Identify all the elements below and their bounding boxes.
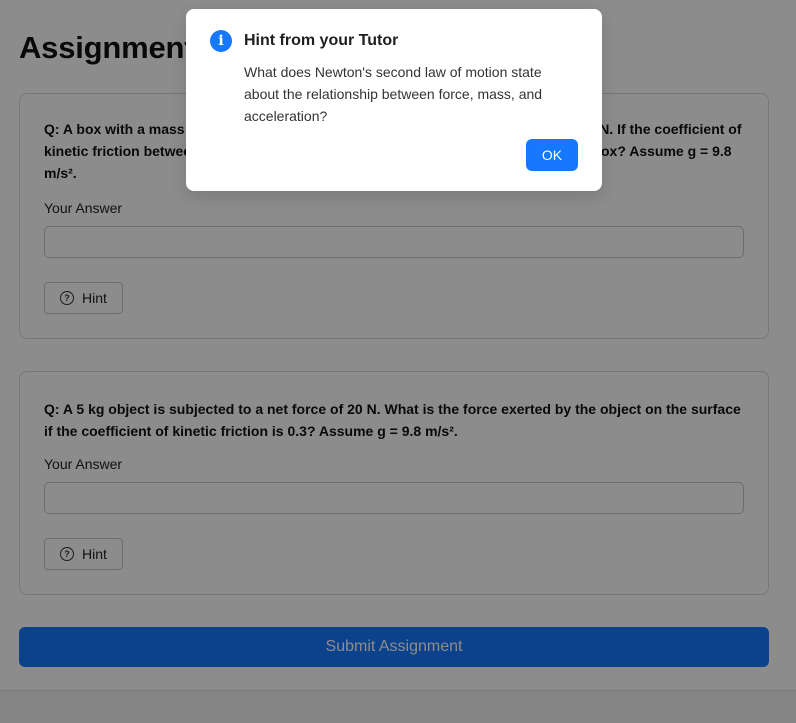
modal-title: Hint from your Tutor xyxy=(244,32,399,49)
hint-modal: i Hint from your Tutor What does Newton'… xyxy=(186,9,602,191)
ok-button[interactable]: OK xyxy=(526,139,578,171)
info-icon: i xyxy=(210,30,232,52)
modal-body: What does Newton's second law of motion … xyxy=(244,64,543,124)
